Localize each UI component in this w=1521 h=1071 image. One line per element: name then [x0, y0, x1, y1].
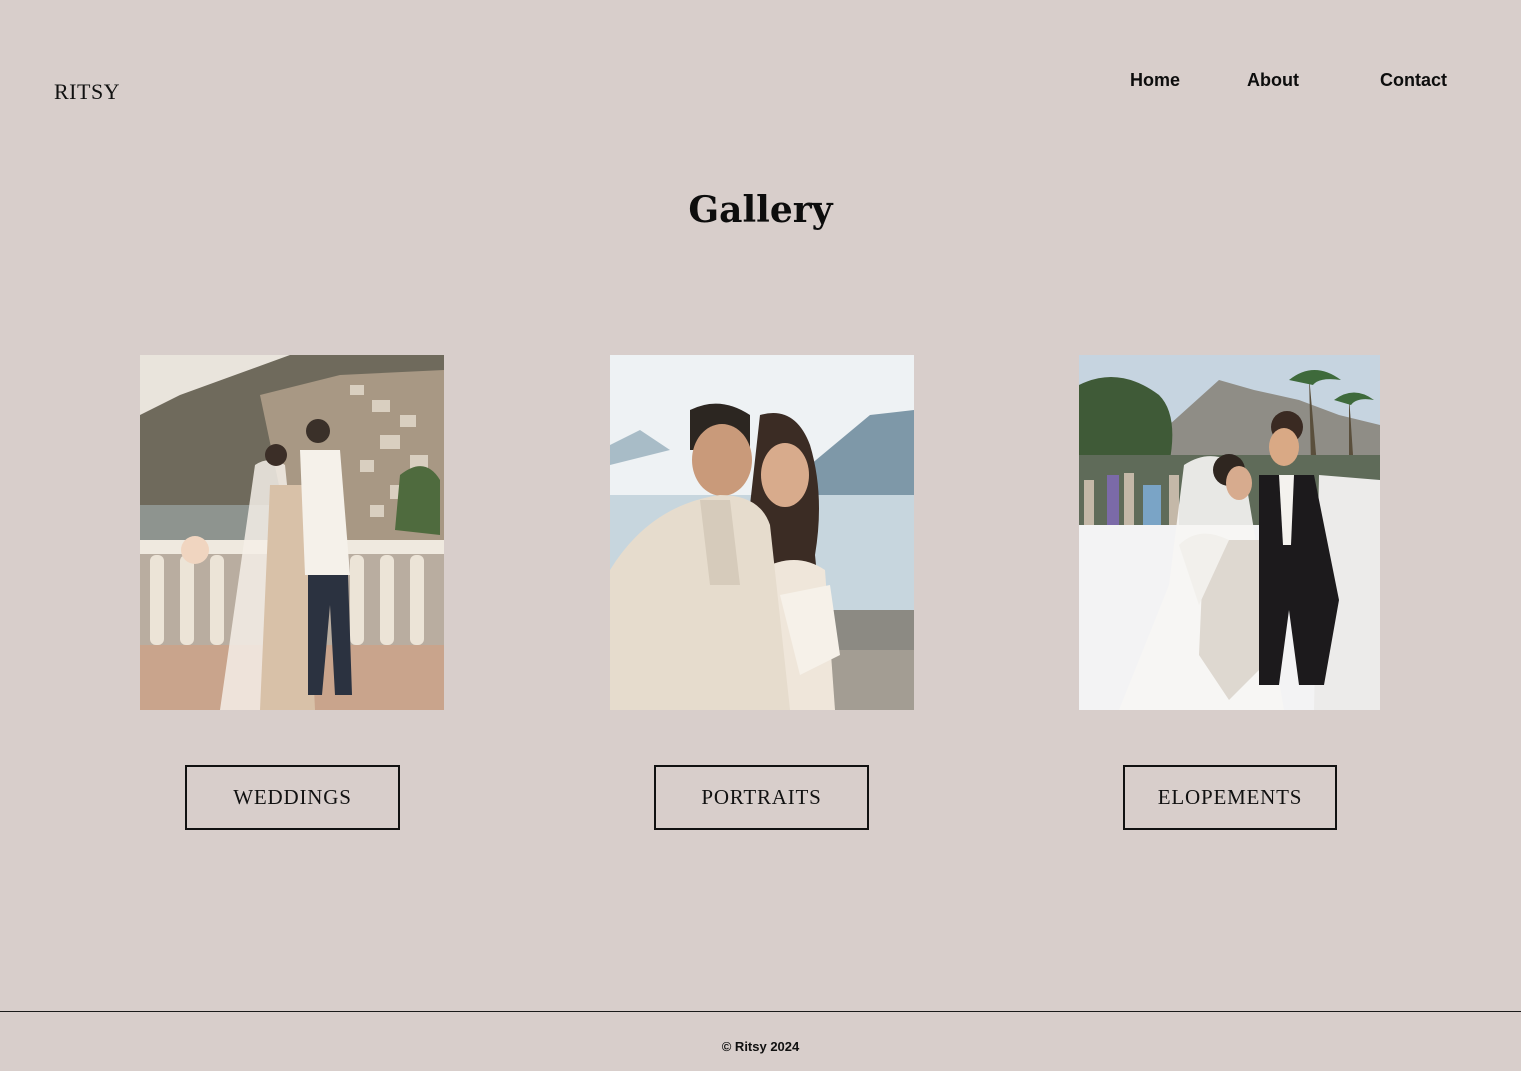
- weddings-photo-image: [140, 355, 444, 710]
- portraits-photo[interactable]: [610, 355, 914, 710]
- portraits-photo-image: [610, 355, 914, 710]
- portraits-button[interactable]: PORTRAITS: [654, 765, 869, 830]
- nav-contact-link[interactable]: Contact: [1380, 68, 1447, 92]
- nav-about-link[interactable]: About: [1247, 68, 1299, 92]
- elopements-photo[interactable]: [1079, 355, 1380, 710]
- elopements-button[interactable]: ELOPEMENTS: [1123, 765, 1337, 830]
- elopements-photo-image: [1079, 355, 1380, 710]
- weddings-button[interactable]: WEDDINGS: [185, 765, 400, 830]
- weddings-photo[interactable]: [140, 355, 444, 710]
- nav-home-link[interactable]: Home: [1130, 68, 1180, 92]
- page-title: Gallery: [688, 189, 833, 231]
- footer-copyright: © Ritsy 2024: [721, 1039, 800, 1054]
- footer-divider: [0, 1011, 1521, 1012]
- site-logo[interactable]: RITSY: [54, 79, 120, 105]
